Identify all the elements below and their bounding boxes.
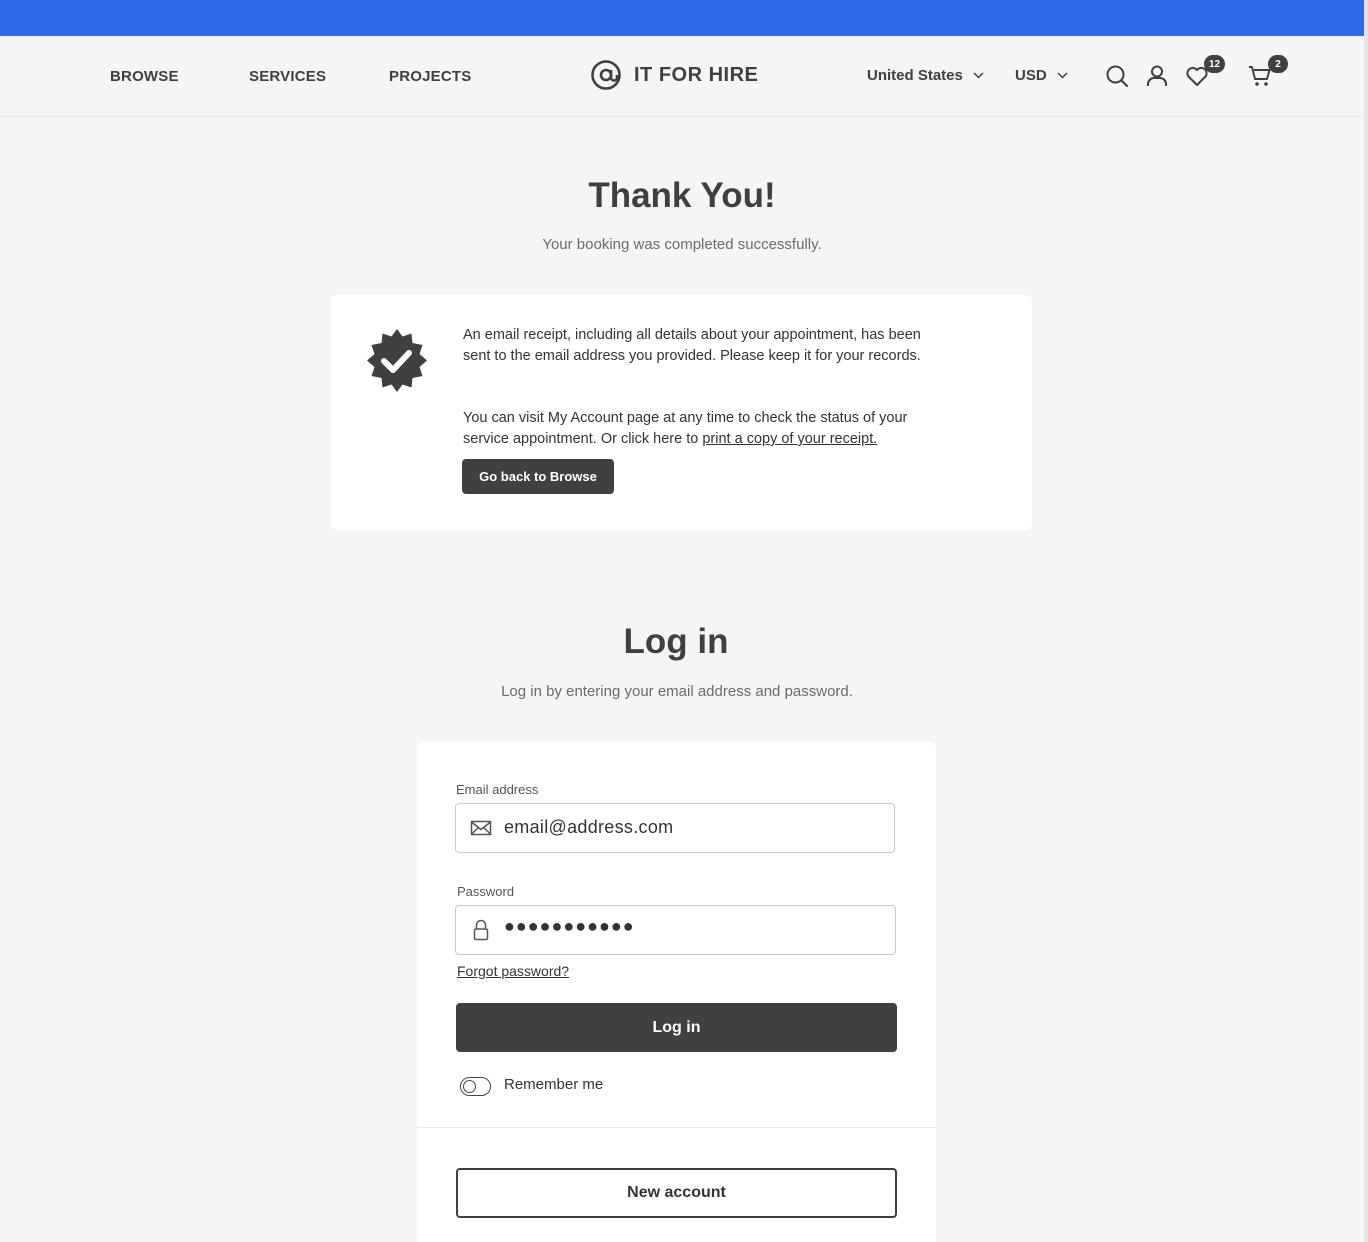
top-banner bbox=[0, 0, 1364, 36]
currency-selector[interactable]: USD bbox=[1015, 67, 1068, 84]
login-subtitle: Log in by entering your email address an… bbox=[501, 683, 853, 700]
user-icon[interactable] bbox=[1145, 64, 1169, 88]
password-label: Password bbox=[457, 884, 515, 899]
lock-icon bbox=[473, 919, 489, 941]
confirmation-card: An email receipt, including all details … bbox=[331, 295, 1032, 530]
chevron-down-icon bbox=[973, 72, 984, 79]
brand-logo[interactable]: IT FOR HIRE bbox=[590, 59, 758, 91]
envelope-icon bbox=[470, 820, 492, 836]
site-header: BROWSE SERVICES PROJECTS IT FOR HIRE Uni… bbox=[0, 36, 1364, 117]
currency-value: USD bbox=[1015, 67, 1047, 84]
forgot-password-link[interactable]: Forgot password? bbox=[457, 963, 569, 979]
country-value: United States bbox=[867, 67, 963, 84]
thank-you-subtitle: Your booking was completed successfully. bbox=[542, 236, 822, 253]
login-title: Log in bbox=[623, 622, 729, 661]
password-field[interactable]: ●●●●●●●●●●● bbox=[455, 905, 896, 955]
email-label: Email address bbox=[456, 782, 539, 797]
brand-name: IT FOR HIRE bbox=[634, 63, 759, 86]
go-back-to-browse-button[interactable]: Go back to Browse bbox=[462, 459, 614, 494]
toggle-knob bbox=[462, 1079, 476, 1093]
at-sign-icon bbox=[591, 60, 621, 90]
scrollbar[interactable] bbox=[1364, 0, 1368, 1242]
new-account-button[interactable]: New account bbox=[456, 1168, 897, 1218]
email-value: email@address.com bbox=[504, 817, 674, 837]
remember-me-label: Remember me bbox=[504, 1076, 604, 1093]
chevron-down-icon bbox=[1057, 72, 1068, 79]
card-divider bbox=[417, 1127, 936, 1128]
nav-services-link[interactable]: SERVICES bbox=[249, 68, 326, 85]
receipt-info-text: An email receipt, including all details … bbox=[463, 327, 921, 364]
country-selector[interactable]: United States bbox=[867, 67, 984, 84]
login-submit-button[interactable]: Log in bbox=[456, 1003, 897, 1052]
verified-badge-icon bbox=[367, 329, 427, 392]
login-card: Email address email@address.com Password… bbox=[417, 742, 936, 1242]
print-receipt-link[interactable]: print a copy of your receipt. bbox=[702, 431, 877, 447]
wishlist-count-badge: 12 bbox=[1204, 55, 1226, 73]
nav-projects-link[interactable]: PROJECTS bbox=[389, 68, 471, 85]
password-value: ●●●●●●●●●●● bbox=[504, 916, 635, 936]
search-icon[interactable] bbox=[1105, 64, 1129, 88]
nav-browse-link[interactable]: BROWSE bbox=[110, 68, 179, 85]
account-info-text: You can visit My Account page at any tim… bbox=[463, 408, 933, 450]
cart-count-badge: 2 bbox=[1268, 55, 1288, 73]
email-field[interactable]: email@address.com bbox=[455, 803, 895, 853]
remember-me-toggle[interactable] bbox=[460, 1077, 491, 1096]
thank-you-title: Thank You! bbox=[588, 176, 776, 215]
